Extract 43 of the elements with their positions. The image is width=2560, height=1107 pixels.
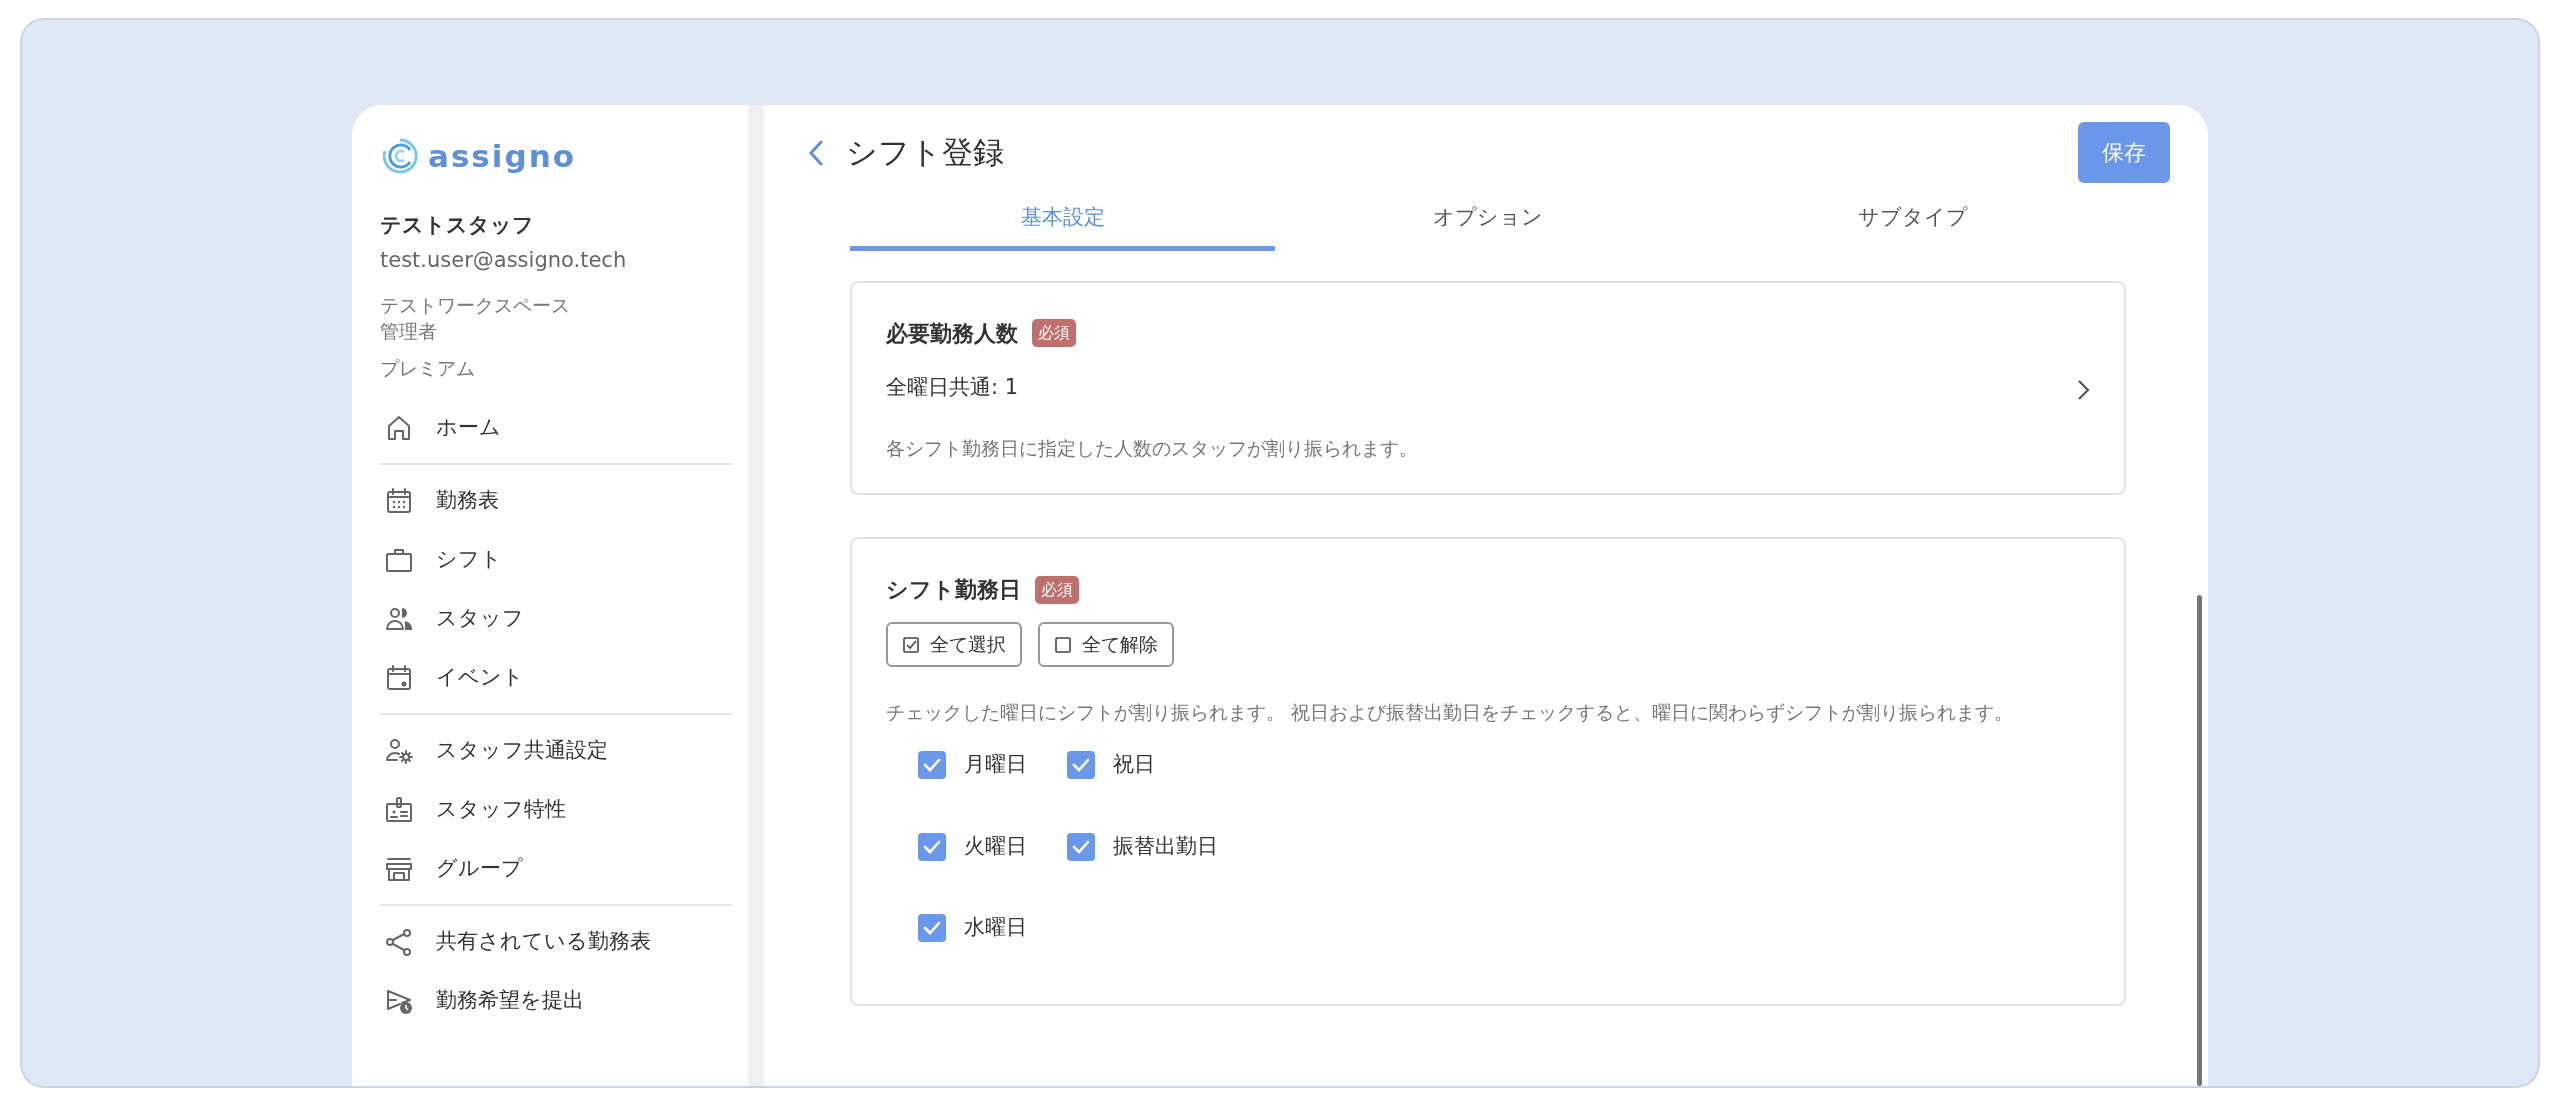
id-badge-icon xyxy=(384,794,414,825)
day-checkbox[interactable]: 水曜日 xyxy=(918,912,1027,944)
tab[interactable]: サブタイプ xyxy=(1700,190,2126,251)
logo-text: assigno xyxy=(428,137,576,176)
tab[interactable]: オプション xyxy=(1275,190,1701,251)
nav-item[interactable]: グループ xyxy=(380,839,732,899)
day-checkbox[interactable]: 祝日 xyxy=(1067,749,1218,781)
chevron-right-icon xyxy=(2076,377,2090,402)
day-checkbox[interactable]: 火曜日 xyxy=(918,830,1027,863)
setting-card[interactable]: 必要勤務人数 必須 全曜日共通: 1 各シフト勤務日に指定した人数のスタッフが割り振られます。 xyxy=(850,280,2126,496)
clear-all-button[interactable]: 全て解除 xyxy=(1038,622,1174,667)
share-icon xyxy=(384,926,414,957)
scrollbar[interactable] xyxy=(2197,595,2202,1086)
description-text: 各シフト勤務日に指定した人数のスタッフが割り振られます。 xyxy=(886,436,1419,461)
card-title: シフト勤務日 xyxy=(886,576,1021,605)
nav-item[interactable]: 勤務表 xyxy=(380,471,732,531)
required-tag: 必須 xyxy=(1035,575,1079,604)
logo-icon xyxy=(380,136,420,177)
user-role: 管理者 xyxy=(380,319,438,345)
card-title: 必要勤務人数 xyxy=(886,319,1018,348)
calendar-icon xyxy=(384,485,414,516)
nav-item[interactable]: スタッフ共通設定 xyxy=(380,721,732,781)
checked-box-icon xyxy=(902,635,920,654)
nav-item[interactable]: 共有されている勤務表 xyxy=(380,912,732,972)
required-tag: 必須 xyxy=(1032,319,1076,347)
nav-item[interactable]: シフト xyxy=(380,530,732,590)
nav-item[interactable]: スタッフ xyxy=(380,589,732,649)
plan-name: プレミアム xyxy=(380,355,476,381)
user-email: test.user@assigno.tech xyxy=(380,247,628,274)
select-all-button[interactable]: 全て選択 xyxy=(886,622,1022,667)
description-text: チェックした曜日にシフトが割り振られます。 祝日および振替出勤日をチェックすると、曜日に関わらずシフトが割り振られます。 xyxy=(886,699,2015,725)
page-title: シフト登録 xyxy=(846,133,1005,173)
user-name: テストスタッフ xyxy=(380,211,535,239)
summary-text: 全曜日共通: 1 xyxy=(886,373,1020,401)
workspace-name: テストワークスペース xyxy=(380,292,571,318)
nav-item[interactable]: 勤務希望を提出 xyxy=(380,971,732,1031)
nav-item[interactable]: イベント xyxy=(380,648,732,708)
day-checkbox[interactable]: 月曜日 xyxy=(918,749,1027,781)
day-checkbox[interactable]: 振替出勤日 xyxy=(1067,830,1218,863)
empty-box-icon xyxy=(1054,635,1072,654)
event-icon xyxy=(384,662,414,693)
nav-item[interactable]: スタッフ特性 xyxy=(380,780,732,840)
nav-item[interactable]: ホーム xyxy=(380,398,732,458)
